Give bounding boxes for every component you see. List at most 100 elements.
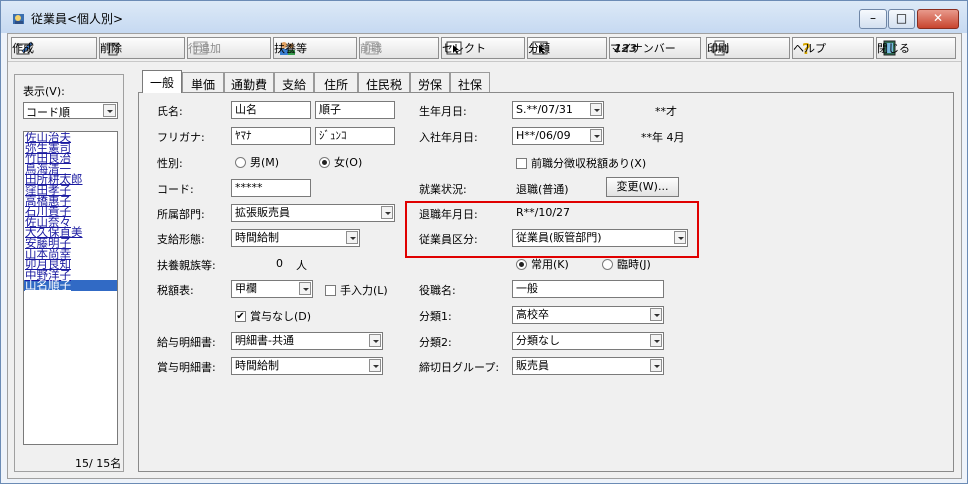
window-title: 従業員<個人別> [31,12,124,26]
print-button[interactable]: 印刷 [706,37,790,59]
tab-labor-insurance[interactable]: 労保 [410,72,450,92]
chevron-down-icon[interactable] [650,308,662,321]
chevron-down-icon[interactable] [381,206,393,219]
add-row-label: 行追加 [188,42,221,55]
toolbar: 作成 削除 行追加 扶養等 前職 セレクト 分類 123 マイナンバー 印刷 ?… [8,34,961,62]
pay-slip-select[interactable]: 明細書-共通 [231,332,383,350]
app-icon [13,14,24,24]
client-area: 作成 削除 行追加 扶養等 前職 セレクト 分類 123 マイナンバー 印刷 ?… [7,33,962,479]
tax-table-select[interactable]: 甲欄 [231,280,313,298]
tab-unit-price[interactable]: 単価 [182,72,224,92]
position-field[interactable]: 一般 [512,280,664,298]
pay-type-select[interactable]: 時間給制 [231,229,360,247]
chevron-down-icon[interactable] [369,334,381,347]
dependents-label: 扶養等 [274,42,307,55]
chevron-down-icon[interactable] [346,231,358,244]
dept-value: 拡張販売員 [235,206,290,219]
retire-date-value: R**/10/27 [516,206,571,219]
cutoff-select[interactable]: 販売員 [512,357,664,375]
minimize-icon: – [870,11,876,25]
help-button[interactable]: ? ヘルプ [792,37,874,59]
help-label: ヘルプ [793,42,826,55]
dept-select[interactable]: 拡張販売員 [231,204,395,222]
tab-payment[interactable]: 支給 [274,72,314,92]
tab-commute[interactable]: 通勤費 [224,72,274,92]
sort-order-value: コード順 [26,106,70,119]
dependents-button[interactable]: 扶養等 [273,37,357,59]
birth-label: 生年月日: [419,105,467,118]
close-icon: ✕ [932,11,944,25]
join-date-field[interactable]: H**/06/09 [512,127,604,145]
mynumber-label: マイナンバー [610,42,676,55]
class1-value: 高校卒 [516,308,549,321]
close-button[interactable]: 閉じる [876,37,956,59]
sort-order-select[interactable]: コード順 [23,102,118,119]
tab-resident-tax[interactable]: 住民税 [358,72,410,92]
employee-list[interactable]: 佐山治夫 弥生憲司 竹田良治 鳥海清一 田所耕太郎 窪田孝子 高橋惠子 石川貴子 佐山奈々 大久保… [23,131,118,445]
radio-icon [235,156,246,168]
prev-job-tax-checkbox[interactable]: 前職分徴収税額あり(X) [516,155,646,171]
first-name-field[interactable]: 順子 [315,101,395,119]
class2-select[interactable]: 分類なし [512,332,664,350]
regular-label: 常用(K) [531,258,569,271]
add-row-button[interactable]: 行追加 [187,37,271,59]
chevron-down-icon[interactable] [299,282,311,295]
chevron-down-icon[interactable] [369,359,381,372]
tab-social-insurance[interactable]: 社保 [450,72,490,92]
chevron-down-icon[interactable] [674,231,686,244]
regular-radio[interactable]: 常用(K) [516,256,569,272]
delete-button[interactable]: 削除 [99,37,185,59]
bonus-slip-select[interactable]: 時間給制 [231,357,383,375]
previous-job-button[interactable]: 前職 [359,37,439,59]
code-field[interactable]: ***** [231,179,311,197]
create-button[interactable]: 作成 [11,37,97,59]
create-label: 作成 [12,42,34,55]
chevron-down-icon[interactable] [103,104,116,117]
chevron-down-icon[interactable] [590,103,602,116]
pay-type-value: 時間給制 [235,231,279,244]
emp-class-select[interactable]: 従業員(販管部門) [512,229,688,247]
class1-select[interactable]: 高校卒 [512,306,664,324]
previous-job-label: 前職 [360,42,382,55]
female-radio[interactable]: 女(O) [319,154,362,170]
minimize-button[interactable]: – [859,9,887,29]
checkmark-icon: ✔ [235,310,246,322]
checkbox-icon [516,157,527,169]
select-label: セレクト [442,42,486,55]
change-status-button[interactable]: 変更(W)... [606,177,679,197]
pay-slip-value: 明細書-共通 [235,334,294,347]
maximize-icon: □ [895,11,908,25]
select-button[interactable]: セレクト [441,37,525,59]
employee-count: 15/ 15名 [75,457,122,470]
male-label: 男(M) [250,156,280,169]
radio-selected-icon [319,156,330,168]
tab-address[interactable]: 住所 [314,72,358,92]
tax-table-value: 甲欄 [235,282,257,295]
chevron-down-icon[interactable] [650,359,662,372]
manual-input-checkbox[interactable]: 手入力(L) [325,282,388,298]
mynumber-button[interactable]: 123 マイナンバー [609,37,701,59]
last-kana-field[interactable]: ﾔﾏﾅ [231,127,311,145]
first-kana-field[interactable]: ｼﾞｭﾝｺ [315,127,395,145]
chevron-down-icon[interactable] [590,129,602,142]
last-name-field[interactable]: 山名 [231,101,311,119]
birth-date-field[interactable]: S.**/07/31 [512,101,604,119]
cutoff-value: 販売員 [516,359,549,372]
tab-general[interactable]: 一般 [142,70,182,93]
code-label: コード: [157,183,194,196]
no-bonus-checkbox[interactable]: ✔ 賞与なし(D) [235,308,311,324]
chevron-down-icon[interactable] [650,334,662,347]
category-button[interactable]: 分類 [527,37,607,59]
retire-label: 退職年月日: [419,208,478,221]
radio-icon [602,258,613,270]
close-window-button[interactable]: ✕ [917,9,959,29]
bonus-slip-label: 賞与明細書: [157,361,216,374]
gender-label: 性別: [157,157,183,170]
temporary-radio[interactable]: 臨時(J) [602,256,651,272]
maximize-button[interactable]: □ [888,9,915,29]
delete-label: 削除 [100,42,122,55]
male-radio[interactable]: 男(M) [235,154,279,170]
employee-list-item[interactable]: 山名順子 [24,280,117,291]
no-bonus-label: 賞与なし(D) [250,310,312,323]
title-bar: 従業員<個人別> – □ ✕ [1,1,967,33]
